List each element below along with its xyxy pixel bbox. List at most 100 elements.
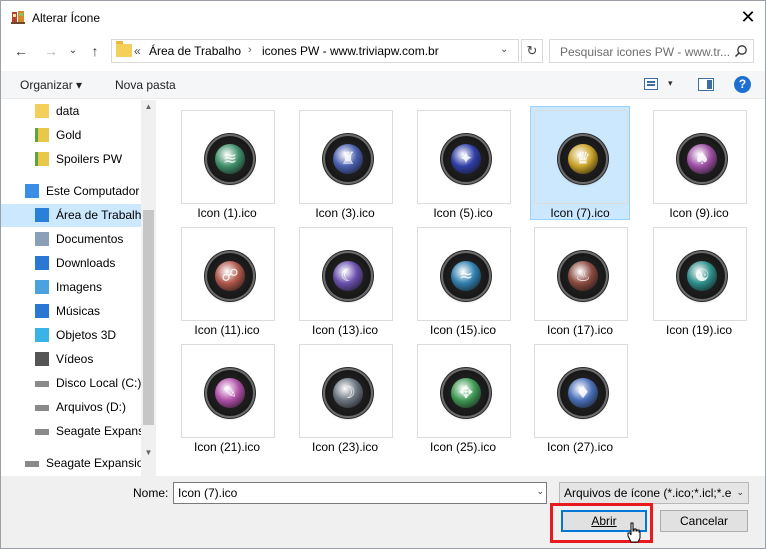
preview-pane-icon[interactable] — [698, 78, 714, 91]
organize-button[interactable]: Organizar ▾ — [20, 78, 82, 92]
emblem-glyph: ☍ — [221, 266, 239, 286]
file-item[interactable]: ♠ Icon (9).ico — [649, 106, 749, 222]
open-button-label: Abrir — [591, 514, 617, 528]
cancel-button[interactable]: Cancelar — [660, 510, 748, 532]
sidebar-item[interactable]: Vídeos — [1, 348, 141, 371]
up-icon[interactable]: ↑ — [85, 41, 105, 61]
game-icon: ✎ — [207, 370, 253, 416]
file-thumbnail[interactable]: ♦ — [534, 344, 628, 438]
file-thumbnail[interactable]: ✥ — [417, 344, 511, 438]
icon-emblem: ✎ — [215, 378, 245, 408]
file-thumbnail[interactable]: ≈ — [417, 227, 511, 321]
forward-icon[interactable]: → — [41, 41, 61, 61]
file-type-select[interactable]: Arquivos de ícone (*.ico;*.icl;*.e ⌄ — [559, 482, 749, 504]
sidebar-item[interactable]: Seagate Expansi — [1, 420, 147, 443]
file-name-dropdown-icon[interactable]: ⌄ — [536, 486, 544, 497]
file-thumbnail[interactable]: ✦ — [417, 110, 511, 204]
sidebar-item[interactable]: Imagens — [1, 276, 141, 299]
window-title: Alterar Ícone — [32, 11, 101, 25]
sidebar-item[interactable]: Disco Local (C:) — [1, 372, 141, 395]
sidebar-scroll-thumb[interactable] — [143, 210, 154, 425]
file-item[interactable]: ✎ Icon (21).ico — [177, 340, 277, 456]
file-type-value[interactable]: Arquivos de ícone (*.ico;*.icl;*.e — [564, 486, 732, 500]
file-thumbnail[interactable]: ☍ — [181, 227, 275, 321]
file-name: Icon (25).ico — [429, 440, 497, 454]
file-item[interactable]: ≋ Icon (1).ico — [177, 106, 277, 222]
file-item[interactable]: ☾ Icon (13).ico — [295, 223, 395, 339]
view-dropdown-icon[interactable]: ▾ — [668, 78, 673, 89]
file-type-dropdown-icon[interactable]: ⌄ — [736, 487, 744, 498]
file-item[interactable]: ♛ Icon (7).ico — [530, 106, 630, 222]
file-item[interactable]: ✦ Icon (5).ico — [413, 106, 513, 222]
search-icon[interactable] — [734, 44, 748, 58]
icon-emblem: ☯ — [687, 261, 717, 291]
file-name: Icon (9).ico — [669, 206, 729, 220]
scroll-up-icon[interactable]: ▲ — [141, 100, 156, 114]
file-name: Icon (11).ico — [194, 323, 260, 337]
file-item[interactable]: ☯ Icon (19).ico — [649, 223, 749, 339]
file-item[interactable]: ☽ Icon (23).ico — [295, 340, 395, 456]
file-item[interactable]: ☍ Icon (11).ico — [177, 223, 277, 339]
breadcrumb-desktop[interactable]: Área de Trabalho — [149, 44, 241, 58]
search-input[interactable]: Pesquisar icones PW - www.tr... — [560, 45, 730, 59]
file-thumbnail[interactable]: ☽ — [299, 344, 393, 438]
sidebar-item[interactable]: Spoilers PW — [1, 148, 141, 171]
close-icon[interactable]: ✕ — [731, 3, 765, 31]
address-dropdown-icon[interactable]: ⌄ — [500, 44, 508, 55]
game-icon: ♠ — [679, 136, 725, 182]
scroll-down-icon[interactable]: ▼ — [141, 446, 156, 460]
file-thumbnail[interactable]: ♛ — [534, 110, 628, 204]
file-item[interactable]: ♨ Icon (17).ico — [530, 223, 630, 339]
sidebar-item[interactable]: Arquivos (D:) — [1, 396, 141, 419]
file-thumbnail[interactable]: ♜ — [299, 110, 393, 204]
file-name: Icon (1).ico — [197, 206, 257, 220]
sidebar-item[interactable]: Downloads — [1, 252, 141, 275]
sidebar-item-label: Objetos 3D — [56, 328, 117, 342]
file-thumbnail[interactable]: ☾ — [299, 227, 393, 321]
game-icon: ≈ — [443, 253, 489, 299]
back-icon[interactable]: ← — [11, 41, 31, 61]
file-thumbnail[interactable]: ☯ — [653, 227, 747, 321]
breadcrumb-folder[interactable]: icones PW - www.triviapw.com.br — [262, 44, 439, 58]
emblem-glyph: ♜ — [340, 149, 356, 169]
sidebar-item[interactable]: Objetos 3D — [1, 324, 141, 347]
file-item[interactable]: ✥ Icon (25).ico — [413, 340, 513, 456]
sidebar-item[interactable]: Este Computador — [1, 180, 141, 203]
sidebar-item[interactable]: data — [1, 100, 141, 123]
address-bar[interactable]: « Área de Trabalho › icones PW - www.tri… — [111, 39, 519, 63]
file-thumbnail[interactable]: ✎ — [181, 344, 275, 438]
navigation-pane: data Gold Spoilers PW Este Computador Área d… — [1, 100, 156, 476]
objects-3d-icon — [35, 328, 49, 342]
file-item[interactable]: ♜ Icon (3).ico — [295, 106, 395, 222]
sidebar-item-label: Seagate Expansion — [46, 456, 151, 470]
file-name: Icon (23).ico — [311, 440, 379, 454]
file-name-field[interactable]: Icon (7).ico ⌄ — [173, 482, 547, 504]
file-item[interactable]: ≈ Icon (15).ico — [413, 223, 513, 339]
file-thumbnail[interactable]: ♠ — [653, 110, 747, 204]
file-name-value[interactable]: Icon (7).ico — [178, 486, 237, 500]
sidebar-item[interactable]: Documentos — [1, 228, 141, 251]
emblem-glyph: ☾ — [340, 266, 356, 286]
folder-icon — [116, 41, 132, 57]
sidebar-item[interactable]: Área de Trabalho — [1, 204, 148, 227]
sidebar-item-label: Músicas — [56, 304, 101, 318]
search-box[interactable]: Pesquisar icones PW - www.tr... — [549, 39, 754, 63]
sidebar-item-label: Imagens — [56, 280, 103, 294]
help-icon[interactable]: ? — [734, 76, 751, 93]
refresh-icon[interactable]: ↻ — [521, 39, 543, 63]
recent-locations-icon[interactable]: ⌄ — [63, 41, 83, 61]
title-bar: Alterar Ícone ✕ — [1, 1, 765, 33]
address-overflow[interactable]: « — [134, 44, 141, 58]
new-folder-button[interactable]: Nova pasta — [115, 78, 176, 92]
sidebar-item[interactable]: Seagate Expansion — [1, 452, 150, 475]
view-options-icon[interactable] — [644, 78, 658, 90]
icon-emblem: ♠ — [687, 144, 717, 174]
breadcrumb-separator[interactable]: › — [248, 44, 252, 56]
file-thumbnail[interactable]: ♨ — [534, 227, 628, 321]
sidebar-item[interactable]: Músicas — [1, 300, 141, 323]
file-name: Icon (19).ico — [665, 323, 733, 337]
file-thumbnail[interactable]: ≋ — [181, 110, 275, 204]
file-item[interactable]: ♦ Icon (27).ico — [530, 340, 630, 456]
emblem-glyph: ♦ — [575, 383, 591, 403]
sidebar-item[interactable]: Gold — [1, 124, 141, 147]
